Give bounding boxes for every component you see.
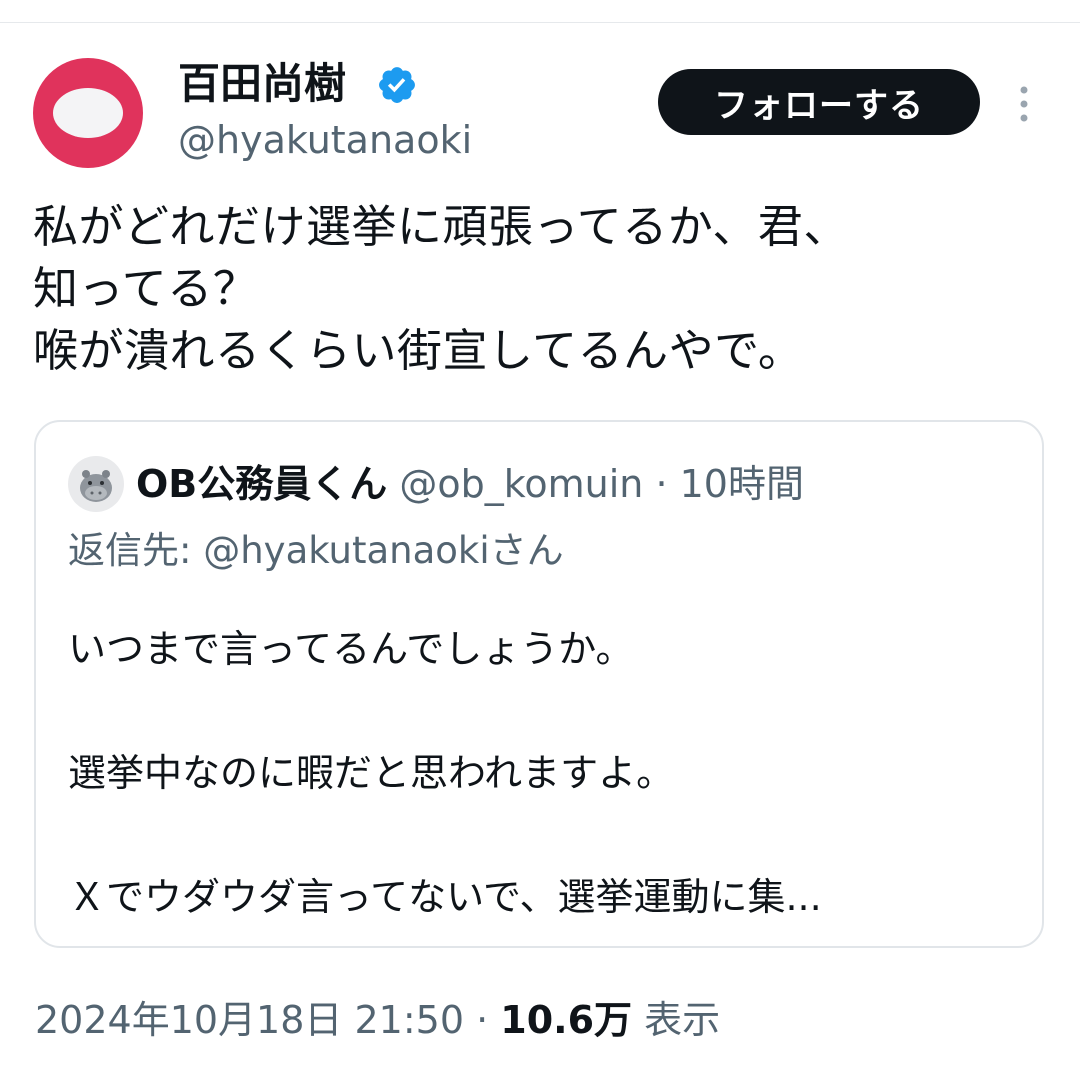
quote-line [68,680,1028,742]
reply-to-label: 返信先: @hyakutanaokiさん [68,529,564,572]
red-circle-avatar-icon [53,88,123,138]
author-display-name[interactable]: 百田尚樹 [178,58,346,110]
quote-line: いつまで言ってるんでしょうか。 [68,627,634,671]
tweet-line: 私がどれだけ選挙に頑張ってるか、君、 [33,200,849,253]
quote-author-avatar[interactable] [68,456,124,512]
top-divider [0,22,1080,23]
tweet-footer: 2024年10月18日 21:50 · 10.6万 表示 [35,992,720,1048]
hippo-avatar-icon [80,470,112,502]
follow-button[interactable]: フォローする [658,69,980,135]
tweet-line: 喉が潰れるくらい街宣してるんやで。 [33,324,804,377]
more-vertical-icon[interactable] [1013,84,1035,124]
tweet-line: 知ってる？ [33,262,259,315]
tweet-datetime[interactable]: 2024年10月18日 21:50 · [35,998,500,1042]
quote-meta: @ob_komuin · 10時間 [387,462,804,506]
verified-badge-icon [379,67,415,103]
quote-line: 選挙中なのに暇だと思われますよ。 [68,751,675,795]
quote-body: いつまで言ってるんでしょうか。 選挙中なのに暇だと思われますよ。 Ｘでウダウダ言… [68,618,1028,928]
quote-line [68,804,1028,866]
views-label: 表示 [632,998,721,1042]
quote-line: Ｘでウダウダ言ってないで、選挙運動に集... [68,875,822,919]
author-avatar[interactable] [33,58,143,168]
views-count: 10.6万 [500,998,633,1042]
author-handle[interactable]: @hyakutanaoki [178,116,472,164]
quoted-tweet-card[interactable]: OB公務員くん @ob_komuin · 10時間 返信先: @hyakutan… [34,420,1044,948]
quote-header: OB公務員くん @ob_komuin · 10時間 [136,458,804,510]
quote-author-name[interactable]: OB公務員くん [136,462,387,506]
tweet-text: 私がどれだけ選挙に頑張ってるか、君、 知ってる？ 喉が潰れるくらい街宣してるんや… [33,196,1053,382]
